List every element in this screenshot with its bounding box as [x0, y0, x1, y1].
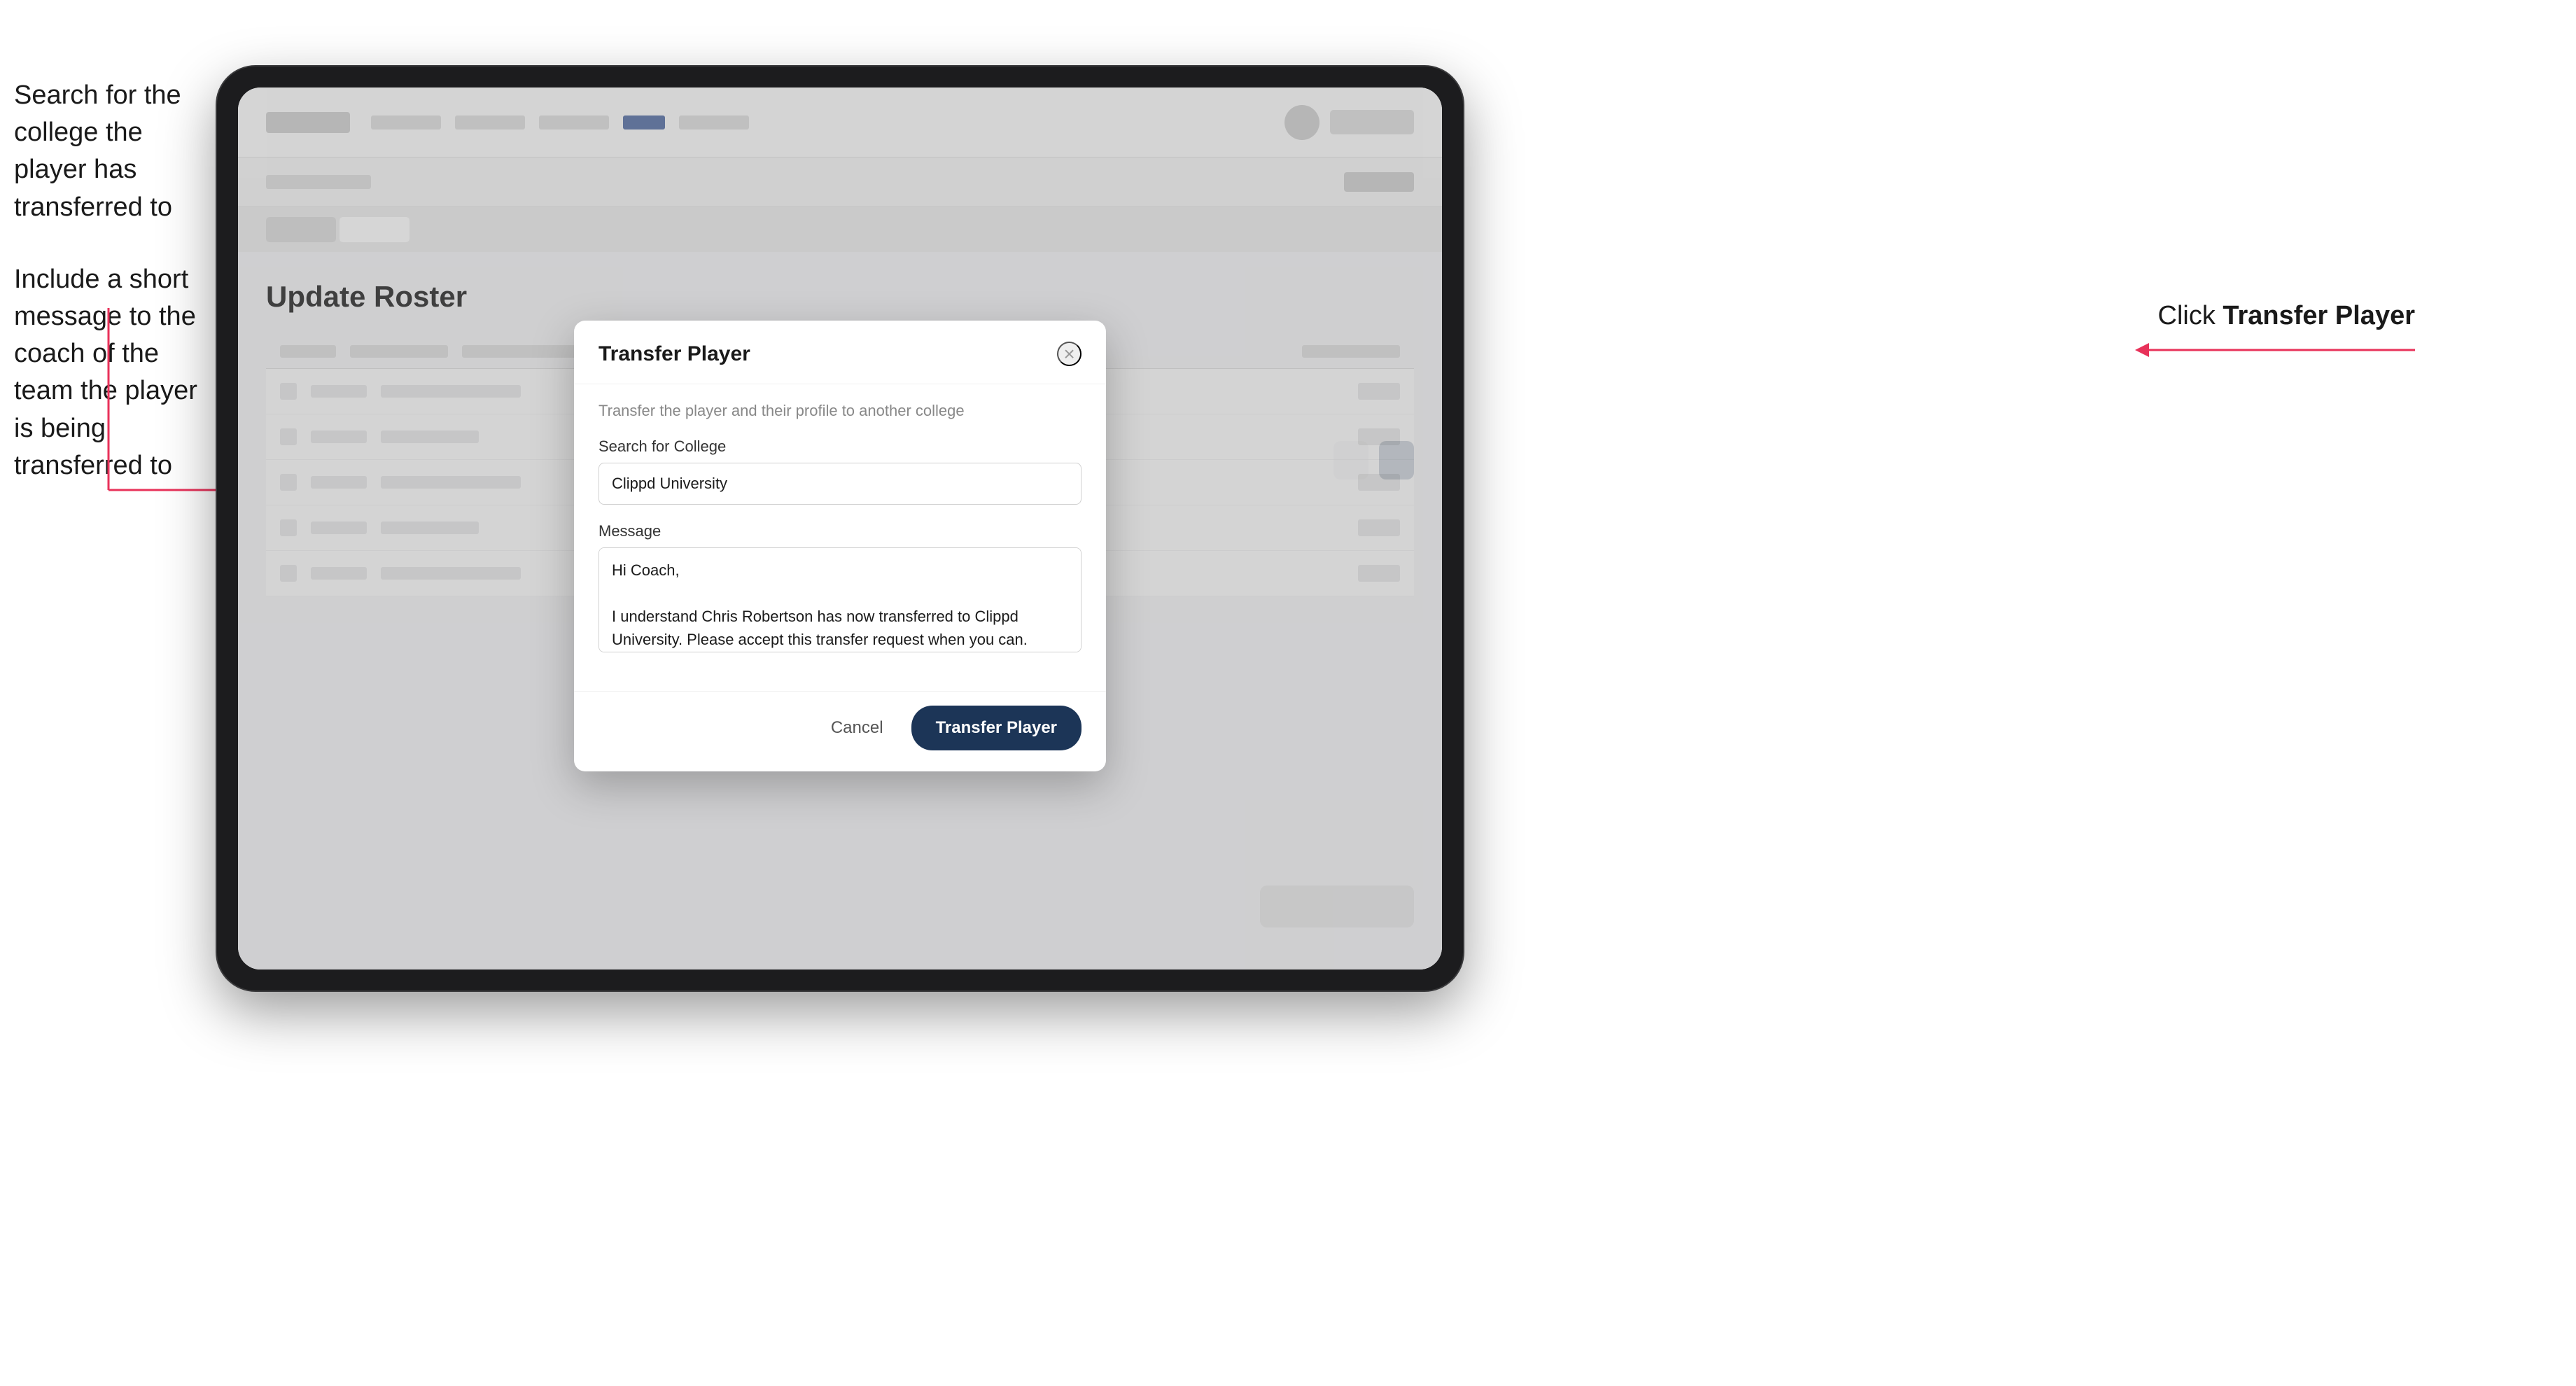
- message-label: Message: [598, 522, 1082, 540]
- transfer-player-button[interactable]: Transfer Player: [911, 706, 1082, 750]
- close-icon: ×: [1063, 343, 1074, 365]
- modal-subtitle: Transfer the player and their profile to…: [598, 402, 1082, 420]
- modal-body: Transfer the player and their profile to…: [574, 384, 1106, 691]
- search-college-input[interactable]: [598, 463, 1082, 505]
- cancel-button[interactable]: Cancel: [817, 711, 897, 745]
- annotation-left-top: Search for the college the player has tr…: [14, 77, 203, 226]
- modal-footer: Cancel Transfer Player: [574, 691, 1106, 771]
- modal-close-button[interactable]: ×: [1057, 342, 1082, 366]
- search-college-label: Search for College: [598, 438, 1082, 456]
- modal-title: Transfer Player: [598, 342, 750, 366]
- message-group: Message: [598, 522, 1082, 656]
- ipad-screen: Update Roster: [238, 88, 1442, 969]
- right-arrow: [2135, 315, 2415, 385]
- modal-overlay: Transfer Player × Transfer the player an…: [238, 88, 1442, 969]
- ipad-device: Update Roster: [217, 66, 1463, 990]
- message-textarea[interactable]: [598, 547, 1082, 652]
- modal-dialog: Transfer Player × Transfer the player an…: [574, 321, 1106, 771]
- search-college-group: Search for College: [598, 438, 1082, 505]
- modal-header: Transfer Player ×: [574, 321, 1106, 384]
